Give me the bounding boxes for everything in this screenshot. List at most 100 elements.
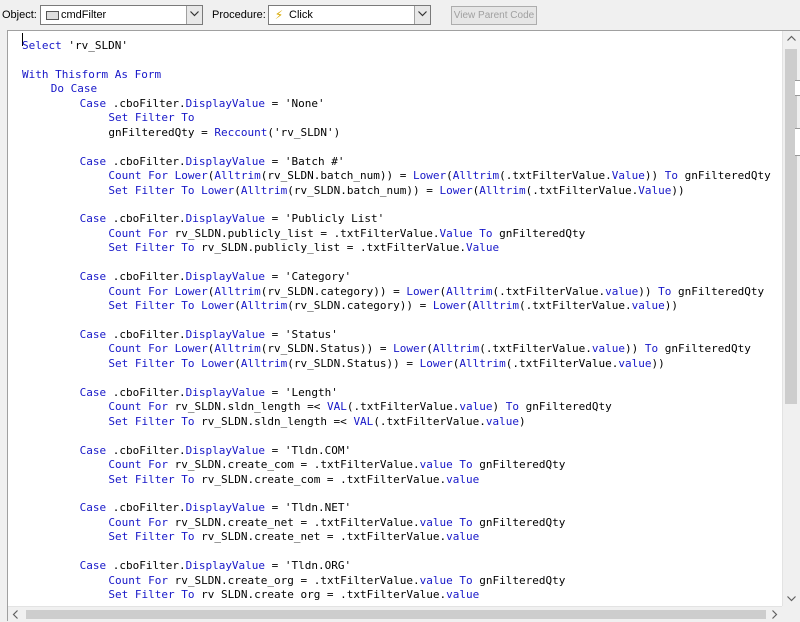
code-line: Count For rv_SLDN.create_net = .txtFilte… (108, 516, 565, 530)
scroll-left-icon[interactable] (12, 610, 18, 619)
code-token: .cboFilter. (106, 154, 186, 168)
code-keyword: value (459, 400, 493, 414)
code-line: Case .cboFilter.DisplayValue = 'None' (80, 97, 325, 111)
code-keyword: Count For Lower (108, 284, 208, 298)
scroll-up-icon[interactable] (787, 35, 796, 41)
object-dropdown-value: cmdFilter (61, 9, 107, 21)
code-keyword: To (505, 400, 520, 414)
code-token: ( (234, 299, 241, 313)
code-keyword: DisplayValue (185, 385, 266, 399)
code-keyword: Alltrim (432, 342, 480, 356)
code-token: rv_SLDN.create_net = .txtFilterValue. (168, 515, 420, 529)
code-token: (rv_SLDN.category)) = (260, 284, 407, 298)
code-line: Set Filter To Lower(Alltrim(rv_SLDN.batc… (108, 184, 684, 198)
code-token: (.txtFilterValue. (519, 299, 632, 313)
vertical-scrollbar[interactable] (782, 31, 800, 606)
code-line: Count For Lower (Alltrim (rv_SLDN.Status))… (108, 342, 750, 356)
horizontal-scrollbar[interactable] (8, 606, 782, 622)
code-keyword: Select (22, 39, 62, 52)
code-keyword: Count For (108, 573, 168, 587)
code-token: )) (638, 284, 659, 298)
code-token: ( (466, 299, 473, 313)
code-token: ( (446, 169, 453, 183)
code-token: )) (625, 342, 645, 356)
code-keyword: Case (79, 96, 107, 110)
code-keyword: Set Filter To Lower (108, 356, 235, 370)
code-token: ) (492, 400, 506, 414)
code-token: .cboFilter. (106, 501, 186, 515)
code-line: Set Filter To rv_SLDN.sldn_length =< VAL… (108, 415, 525, 429)
code-keyword: Alltrim (479, 183, 526, 197)
code-token: rv_SLDN.sldn_length =< (194, 414, 354, 428)
code-keyword: Value (611, 169, 645, 183)
code-line: Case .cboFilter.DisplayValue = 'Batch #' (80, 155, 345, 169)
view-parent-code-button[interactable]: View Parent Code (451, 6, 537, 25)
code-line: Count For rv_SLDN.sldn_length =< VAL(.tx… (108, 400, 611, 414)
scrollbar-corner (782, 606, 800, 622)
code-keyword: value (446, 588, 480, 602)
chevron-down-icon[interactable] (186, 6, 202, 24)
code-line: Count For rv_SLDN.create_com = .txtFilte… (108, 458, 565, 472)
code-keyword: Alltrim (214, 284, 261, 298)
scroll-down-icon[interactable] (787, 596, 796, 602)
code-keyword: Value (466, 241, 500, 255)
code-token: = 'Tldn.ORG' (265, 559, 352, 573)
code-keyword: Set Filter To (108, 530, 195, 544)
window-edge-fragment (795, 80, 800, 96)
code-line: Set Filter To Lower(Alltrim(rv_SLDN.cate… (108, 299, 678, 313)
code-line: Case .cboFilter.DisplayValue = 'Category… (80, 270, 352, 284)
code-line: Count For Lower(Alltrim(rv_SLDN.batch_nu… (108, 169, 770, 183)
code-keyword: With Thisform As Form (22, 67, 162, 81)
code-token: ( (426, 342, 433, 356)
code-token: gnFilteredQty (658, 342, 751, 356)
code-keyword: Case (79, 270, 107, 284)
code-keyword: DisplayValue (185, 270, 266, 284)
code-keyword: Case (79, 443, 107, 457)
code-line: Set Filter To rv SLDN.create org = .txtF… (108, 588, 479, 602)
code-line: Case .cboFilter.DisplayValue = 'Tldn.COM… (80, 444, 352, 458)
scroll-right-icon[interactable] (772, 610, 778, 619)
code-token: gnFilteredQty (472, 458, 566, 472)
code-token: = 'Tldn.COM' (265, 443, 352, 457)
code-keyword: Case (79, 328, 107, 341)
code-keyword: Case (79, 154, 107, 168)
code-keyword: Set Filter To (108, 111, 195, 125)
code-keyword: Count For Lower (108, 169, 208, 183)
code-keyword: value To (419, 515, 473, 529)
code-keyword: value (485, 414, 520, 428)
procedure-dropdown[interactable]: ⚡ Click (268, 5, 431, 25)
code-keyword: Set Filter To (108, 588, 195, 602)
code-token: gnFilteredQty (472, 573, 566, 587)
code-token: .cboFilter. (106, 96, 186, 110)
code-token: rv_SLDN.sldn_length =< (168, 400, 327, 414)
code-keyword: Count For (108, 458, 168, 472)
code-keyword: Set Filter To (108, 241, 195, 255)
code-keyword: value (591, 342, 625, 356)
code-keyword: To (658, 284, 672, 298)
code-token: .cboFilter. (106, 328, 186, 341)
code-keyword: Case (79, 385, 107, 399)
code-token: gnFilteredQty (519, 400, 612, 414)
code-keyword: Lower (432, 299, 467, 313)
code-text-area[interactable]: Select 'rv_SLDN' With Thisform As Form Do … (22, 39, 780, 606)
chevron-down-icon[interactable] (414, 6, 430, 24)
code-keyword: Count For (108, 515, 168, 529)
code-keyword: Case (79, 212, 107, 226)
code-editor[interactable]: Select 'rv_SLDN' With Thisform As Form Do … (7, 30, 800, 622)
object-dropdown[interactable]: cmdFilter (40, 5, 203, 25)
object-label: Object: (2, 9, 37, 21)
code-token: )) (644, 169, 665, 183)
horizontal-scroll-thumb[interactable] (26, 610, 766, 619)
code-token: (.txtFilterValue. (525, 183, 639, 197)
vertical-scroll-thumb[interactable] (785, 49, 797, 404)
code-keyword: Value To (439, 226, 493, 240)
code-keyword: Case (79, 559, 107, 573)
code-token: gnFilteredQty (671, 284, 765, 298)
code-token: (rv_SLDN.Status)) = (260, 342, 394, 356)
code-line: Case .cboFilter.DisplayValue = 'Status' (80, 328, 338, 342)
code-token: ('rv_SLDN') (267, 125, 341, 139)
code-token: gnFilteredQty = (108, 125, 215, 139)
code-keyword: To (644, 342, 659, 356)
code-keyword: Lower (439, 183, 473, 197)
code-keyword: Count For Lower (108, 342, 208, 356)
